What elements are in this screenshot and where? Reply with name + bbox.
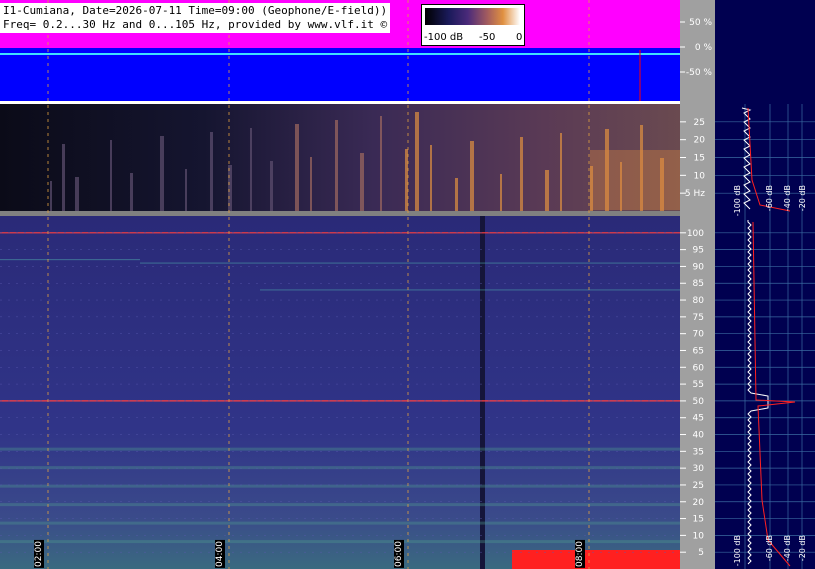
burst: [335, 120, 338, 211]
y-tick-label: 5 Hz: [685, 189, 705, 199]
y-tick-label: 0 %: [695, 43, 713, 53]
harmonic-band: [0, 521, 680, 525]
y-tick-label: 55: [693, 380, 704, 390]
y-tick-label: 80: [693, 296, 705, 306]
burst: [75, 177, 79, 211]
color-scale-mid: -50: [479, 32, 496, 43]
burst: [380, 116, 382, 211]
burst: [185, 169, 187, 211]
header-line-1: I1-Cumiana, Date=2026-07-11 Time=09:00 (…: [3, 4, 388, 17]
spectrogram-lower: [0, 216, 680, 569]
burst-cluster: [590, 150, 680, 210]
y-tick-label: 15: [694, 154, 705, 164]
burst: [130, 173, 133, 211]
burst: [415, 112, 419, 211]
profile-db-label: -60 dB: [765, 535, 774, 562]
y-tick-label: 20: [694, 136, 706, 146]
y-tick-label: 45: [693, 414, 704, 424]
y-tick-label: 50 %: [689, 18, 712, 28]
harmonic-band: [0, 503, 680, 507]
profile-db-label: -40 dB: [783, 535, 792, 562]
vlf-monitor-display: 50 % 0 % -50 % 25 20 15 10 5 Hz 100 95 90 85 80 75 70 6…: [0, 0, 815, 569]
y-tick-label: 5: [698, 548, 704, 558]
x-tick-label: 06:00: [394, 540, 404, 568]
burst: [295, 124, 299, 211]
station-header: I1-Cumiana, Date=2026-07-11 Time=09:00 (…: [0, 3, 391, 33]
color-scale: -100 dB -50 0: [421, 4, 525, 46]
x-tick-label: 04:00: [215, 540, 225, 568]
y-tick-label: 95: [693, 246, 704, 256]
spectrogram-upper: [0, 104, 680, 211]
profile-db-label: -100 dB: [733, 535, 742, 567]
profile-db-label: -20 dB: [798, 535, 807, 562]
dark-stripe: [480, 216, 485, 569]
burst: [160, 136, 164, 211]
burst: [360, 153, 364, 211]
profile-db-label: -20 dB: [798, 185, 807, 212]
burst: [545, 170, 549, 211]
y-tick-label: 100: [687, 229, 704, 239]
x-tick-label: 02:00: [34, 540, 44, 568]
y-tick-label: 90: [693, 262, 705, 272]
color-scale-max: 0: [516, 32, 523, 43]
burst: [250, 128, 252, 211]
y-tick-label: 40: [693, 431, 705, 441]
harmonic-band: [0, 447, 680, 451]
burst: [210, 132, 213, 211]
y-tick-label: 15: [693, 515, 704, 525]
burst: [405, 149, 408, 211]
y-tick-label: 25: [694, 118, 705, 128]
header-line-2: Freq= 0.2...30 Hz and 0...105 Hz, provid…: [3, 18, 388, 31]
burst: [470, 141, 474, 211]
y-tick-label: 60: [693, 363, 705, 373]
burst: [110, 140, 112, 211]
profile-db-label: -100 dB: [733, 185, 742, 217]
color-scale-min: -100 dB: [424, 32, 464, 43]
burst: [310, 157, 312, 211]
profile-db-label: -60 dB: [765, 185, 774, 212]
y-tick-label: 75: [693, 313, 704, 323]
spectrogram-plot: 50 %0 %-50 %252015105 Hz1009590858075706…: [0, 0, 815, 569]
x-tick-label: 08:00: [575, 540, 585, 568]
red-noise-band: [512, 550, 680, 569]
y-tick-label: 35: [693, 447, 704, 457]
y-tick-label: 70: [693, 330, 705, 340]
y-tick-label: 50: [693, 397, 705, 407]
burst: [62, 144, 65, 211]
y-tick-label: 10: [694, 171, 706, 181]
color-scale-gradient: [425, 8, 520, 25]
y-tick-label: -50 %: [686, 68, 713, 78]
burst: [455, 178, 458, 211]
profile-db-label: -40 dB: [783, 185, 792, 212]
y-tick-label: 10: [693, 531, 705, 541]
y-tick-label: 30: [693, 464, 705, 474]
y-tick-label: 20: [693, 498, 705, 508]
burst: [50, 181, 52, 211]
harmonic-band: [0, 466, 680, 470]
y-tick-label: 65: [693, 346, 704, 356]
burst: [270, 161, 273, 211]
y-tick-label: 25: [693, 481, 704, 491]
burst: [560, 133, 562, 211]
profile-panel: [715, 0, 815, 569]
burst: [500, 174, 502, 211]
burst: [520, 137, 523, 211]
burst: [430, 145, 432, 211]
y-tick-label: 85: [693, 279, 704, 289]
